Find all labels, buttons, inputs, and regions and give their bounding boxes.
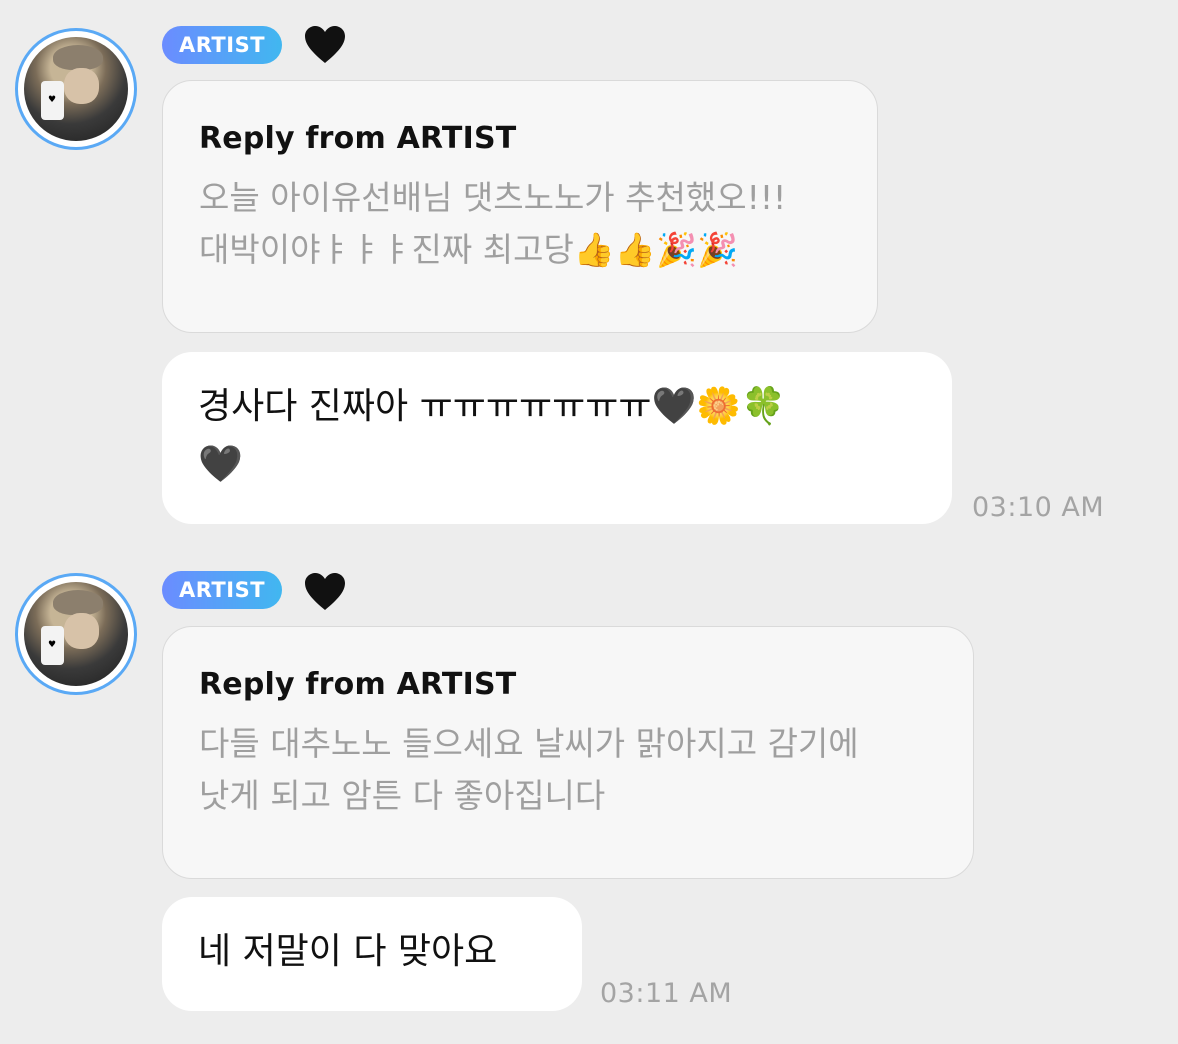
avatar[interactable]: ♥ <box>15 573 137 695</box>
reply-card[interactable]: Reply from ARTIST 오늘 아이유선배님 댓츠노노가 추천했오!!… <box>162 80 878 333</box>
cap-shape <box>53 590 104 616</box>
avatar-icon: ♥ <box>24 37 128 141</box>
message-time: 03:10 AM <box>972 492 1105 523</box>
black-heart-icon <box>303 570 347 614</box>
reply-text: 다들 대추노노 들으세요 날씨가 맑아지고 감기에 낫게 되고 암튼 다 좋아집… <box>199 724 859 815</box>
phone-shape: ♥ <box>40 625 64 666</box>
message-bubble[interactable]: 네 저말이 다 맞아요 <box>162 897 582 1011</box>
avatar-icon: ♥ <box>24 582 128 686</box>
artist-badge: ARTIST <box>162 26 282 64</box>
reply-title: Reply from ARTIST <box>199 667 517 702</box>
phone-shape: ♥ <box>40 80 64 121</box>
avatar[interactable]: ♥ <box>15 28 137 150</box>
message-bubble[interactable]: 경사다 진짜아 ㅠㅠㅠㅠㅠㅠㅠ🖤🌼🍀 🖤 <box>162 352 952 524</box>
cap-shape <box>53 45 104 71</box>
artist-badge: ARTIST <box>162 571 282 609</box>
black-heart-icon <box>303 23 347 67</box>
message-time: 03:11 AM <box>600 978 733 1009</box>
reply-card[interactable]: Reply from ARTIST 다들 대추노노 들으세요 날씨가 맑아지고 … <box>162 626 974 879</box>
reply-title: Reply from ARTIST <box>199 121 517 156</box>
face-shape <box>63 613 99 649</box>
reply-text: 오늘 아이유선배님 댓츠노노가 추천했오!!! 대박이야ㅑㅑㅑ진짜 최고당👍👍🎉… <box>199 178 787 269</box>
face-shape <box>63 68 99 104</box>
